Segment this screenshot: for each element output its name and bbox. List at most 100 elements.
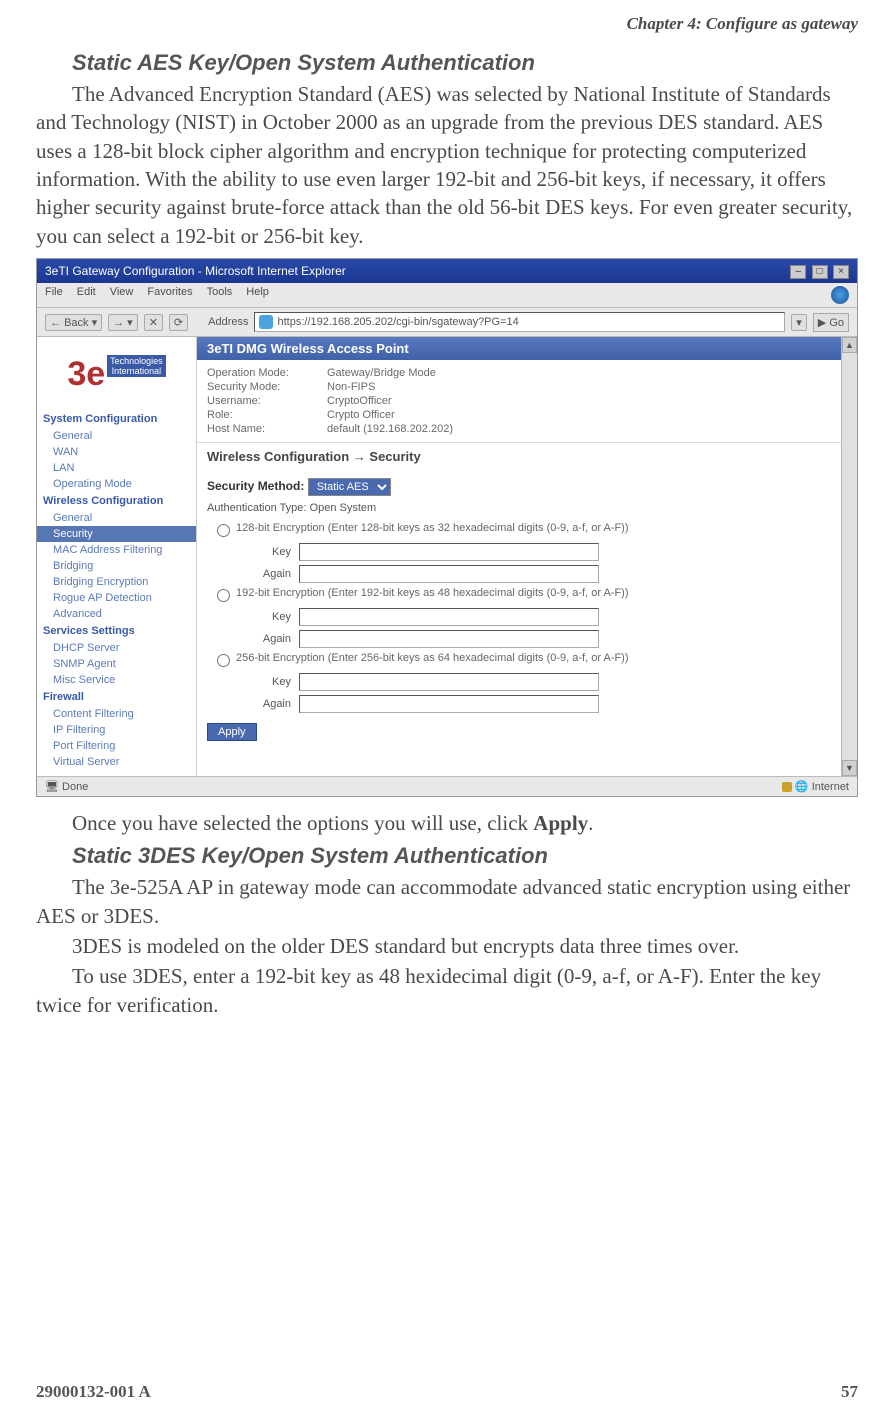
- url-text: https://192.168.205.202/cgi-bin/sgateway…: [277, 316, 518, 328]
- stop-button[interactable]: ✕: [144, 314, 163, 331]
- nav-bridging[interactable]: Bridging: [37, 558, 196, 574]
- refresh-button[interactable]: ⟳: [169, 314, 188, 331]
- nav-opmode[interactable]: Operating Mode: [37, 476, 196, 492]
- address-dropdown[interactable]: ▾: [791, 314, 807, 331]
- scrollbar[interactable]: ▲ ▼: [841, 337, 857, 776]
- paragraph-3des-1: The 3e-525A AP in gateway mode can accom…: [36, 873, 858, 930]
- key-label-256: Key: [247, 676, 291, 688]
- again-label-128: Again: [247, 568, 291, 580]
- page-banner: 3eTI DMG Wireless Access Point: [197, 337, 841, 360]
- breadcrumb: Wireless Configuration → Security: [197, 443, 841, 470]
- menu-file[interactable]: File: [45, 286, 63, 304]
- nav-contentfilter[interactable]: Content Filtering: [37, 706, 196, 722]
- nav-ipfilter[interactable]: IP Filtering: [37, 722, 196, 738]
- key-input-128[interactable]: [299, 543, 599, 561]
- role-value: Crypto Officer: [327, 409, 395, 421]
- nav-macfilter[interactable]: MAC Address Filtering: [37, 542, 196, 558]
- menu-bar: File Edit View Favorites Tools Help: [37, 283, 857, 308]
- menu-view[interactable]: View: [110, 286, 134, 304]
- page-number: 57: [841, 1382, 858, 1402]
- nav-dhcp[interactable]: DHCP Server: [37, 640, 196, 656]
- section-title-3des: Static 3DES Key/Open System Authenticati…: [72, 843, 858, 869]
- radio-256bit-label: 256-bit Encryption (Enter 256-bit keys a…: [236, 652, 831, 664]
- address-label: Address: [208, 316, 248, 328]
- nav-bridgeenc[interactable]: Bridging Encryption: [37, 574, 196, 590]
- address-bar[interactable]: https://192.168.205.202/cgi-bin/sgateway…: [254, 312, 785, 332]
- sec-mode-value: Non-FIPS: [327, 381, 375, 393]
- hostname-value: default (192.168.202.202): [327, 423, 453, 435]
- op-mode-label: Operation Mode:: [207, 367, 327, 379]
- doc-number: 29000132-001 A: [36, 1382, 151, 1402]
- radio-128bit[interactable]: [217, 524, 230, 537]
- back-button[interactable]: ← Back ▾: [45, 314, 102, 331]
- chapter-header: Chapter 4: Configure as gateway: [36, 0, 858, 44]
- nav-wgeneral[interactable]: General: [37, 510, 196, 526]
- page-footer: 29000132-001 A 57: [36, 1382, 858, 1402]
- sidebar-nav: 3eTechnologiesInternational System Confi…: [37, 337, 197, 776]
- nav-section-wireless: Wireless Configuration: [37, 492, 196, 510]
- again-input-192[interactable]: [299, 630, 599, 648]
- sec-mode-label: Security Mode:: [207, 381, 327, 393]
- nav-advanced[interactable]: Advanced: [37, 606, 196, 622]
- section-title-aes: Static AES Key/Open System Authenticatio…: [72, 50, 858, 76]
- again-label-256: Again: [247, 698, 291, 710]
- nav-snmp[interactable]: SNMP Agent: [37, 656, 196, 672]
- window-controls: – □ ×: [788, 263, 849, 279]
- paragraph-3des-3: To use 3DES, enter a 192-bit key as 48 h…: [36, 962, 858, 1019]
- nav-security[interactable]: Security: [37, 526, 196, 542]
- go-button[interactable]: ▶ Go: [813, 313, 849, 332]
- menu-edit[interactable]: Edit: [77, 286, 96, 304]
- status-bar: 🖥 Done 🌐 Internet: [37, 776, 857, 796]
- key-input-192[interactable]: [299, 608, 599, 626]
- nav-section-system: System Configuration: [37, 410, 196, 428]
- menu-help[interactable]: Help: [246, 286, 269, 304]
- content-pane: 3eTI DMG Wireless Access Point Operation…: [197, 337, 841, 776]
- screenshot-ie-window: 3eTI Gateway Configuration - Microsoft I…: [36, 258, 858, 797]
- auth-type: Authentication Type: Open System: [207, 500, 831, 520]
- radio-256bit[interactable]: [217, 654, 230, 667]
- nav-section-firewall: Firewall: [37, 688, 196, 706]
- username-label: Username:: [207, 395, 327, 407]
- role-label: Role:: [207, 409, 327, 421]
- maximize-button[interactable]: □: [812, 265, 828, 279]
- key-label-192: Key: [247, 611, 291, 623]
- paragraph-apply: Once you have selected the options you w…: [36, 809, 858, 837]
- status-left: 🖥 Done: [45, 780, 88, 793]
- nav-wan[interactable]: WAN: [37, 444, 196, 460]
- paragraph-3des-2: 3DES is modeled on the older DES standar…: [36, 932, 858, 960]
- scroll-up-button[interactable]: ▲: [842, 337, 857, 353]
- window-titlebar: 3eTI Gateway Configuration - Microsoft I…: [37, 259, 857, 283]
- scroll-down-button[interactable]: ▼: [842, 760, 857, 776]
- window-title: 3eTI Gateway Configuration - Microsoft I…: [45, 264, 346, 278]
- toolbar: ← Back ▾ → ▾ ✕ ⟳ Address https://192.168…: [37, 308, 857, 337]
- logo: 3eTechnologiesInternational: [45, 349, 188, 400]
- security-method-label: Security Method:: [207, 479, 304, 493]
- hostname-label: Host Name:: [207, 423, 327, 435]
- ie-logo-icon: [831, 286, 849, 304]
- nav-rogueap[interactable]: Rogue AP Detection: [37, 590, 196, 606]
- nav-general[interactable]: General: [37, 428, 196, 444]
- again-label-192: Again: [247, 633, 291, 645]
- again-input-128[interactable]: [299, 565, 599, 583]
- page-icon: [259, 315, 273, 329]
- menu-favorites[interactable]: Favorites: [147, 286, 192, 304]
- nav-vserver[interactable]: Virtual Server: [37, 754, 196, 770]
- op-mode-value: Gateway/Bridge Mode: [327, 367, 436, 379]
- nav-misc[interactable]: Misc Service: [37, 672, 196, 688]
- key-input-256[interactable]: [299, 673, 599, 691]
- close-button[interactable]: ×: [833, 265, 849, 279]
- menu-tools[interactable]: Tools: [207, 286, 233, 304]
- nav-portfilter[interactable]: Port Filtering: [37, 738, 196, 754]
- again-input-256[interactable]: [299, 695, 599, 713]
- apply-button[interactable]: Apply: [207, 723, 257, 741]
- info-block: Operation Mode:Gateway/Bridge Mode Secur…: [197, 360, 841, 443]
- nav-lan[interactable]: LAN: [37, 460, 196, 476]
- radio-192bit[interactable]: [217, 589, 230, 602]
- key-label-128: Key: [247, 546, 291, 558]
- radio-192bit-label: 192-bit Encryption (Enter 192-bit keys a…: [236, 587, 831, 599]
- status-right: 🌐 Internet: [782, 780, 849, 793]
- lock-icon: [782, 782, 792, 792]
- forward-button[interactable]: → ▾: [108, 314, 138, 331]
- minimize-button[interactable]: –: [790, 265, 806, 279]
- security-method-select[interactable]: Static AES: [308, 478, 391, 496]
